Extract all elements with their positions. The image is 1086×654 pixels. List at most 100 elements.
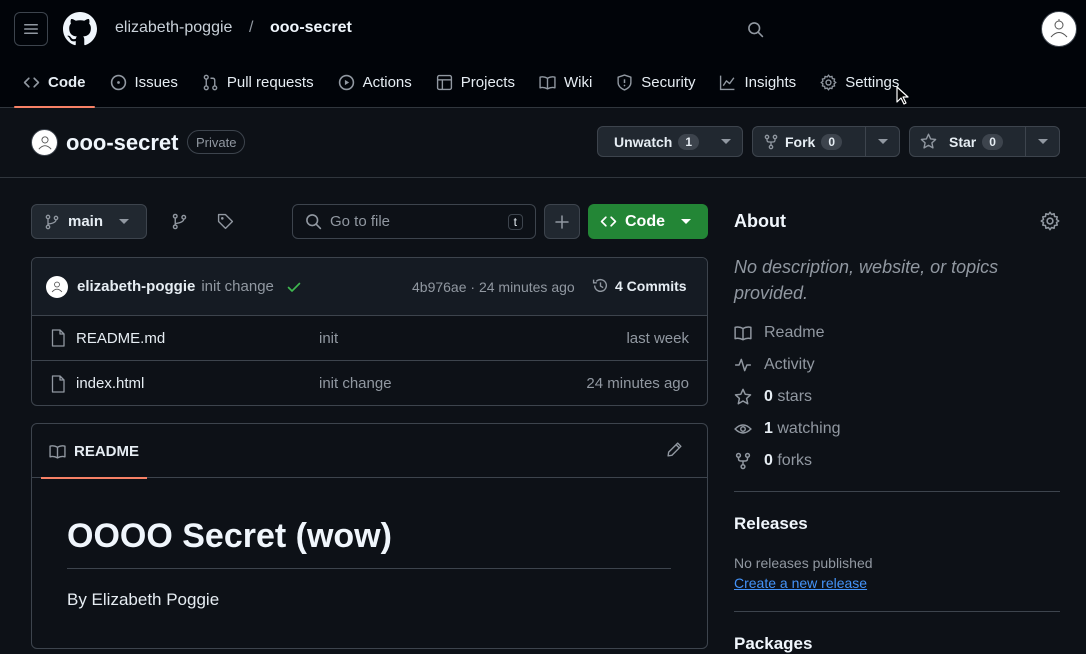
- hamburger-icon: [24, 24, 38, 34]
- branch-selector[interactable]: main: [31, 204, 147, 239]
- watch-dropdown[interactable]: [709, 127, 742, 156]
- tab-label: Insights: [744, 73, 797, 91]
- menu-button[interactable]: [14, 12, 48, 46]
- sidebar-divider: [734, 491, 1060, 492]
- branch-name: main: [68, 213, 104, 230]
- tab-pull-requests[interactable]: Pull requests: [193, 62, 323, 102]
- readme-tab[interactable]: README: [41, 424, 148, 479]
- code-button[interactable]: Code: [588, 204, 708, 239]
- tab-settings[interactable]: Settings: [811, 62, 908, 102]
- forks-count: 0: [764, 452, 773, 469]
- tab-label: Pull requests: [226, 73, 314, 91]
- graph-icon: [720, 75, 735, 90]
- stars-label: stars: [777, 388, 813, 405]
- pull-request-icon: [203, 74, 218, 90]
- star-button[interactable]: Star 0: [910, 127, 1025, 156]
- eye-icon: [734, 424, 752, 434]
- commit-hash-time[interactable]: 4b976ae · 24 minutes ago: [412, 279, 575, 295]
- commits-count-label: 4 Commits: [615, 277, 687, 294]
- unwatch-button[interactable]: Unwatch 1: [598, 127, 709, 156]
- gear-icon[interactable]: [1040, 211, 1060, 231]
- commit-author[interactable]: elizabeth-poggie: [77, 278, 195, 295]
- github-logo-icon[interactable]: [63, 12, 97, 46]
- star-icon: [734, 388, 752, 405]
- tab-actions[interactable]: Actions: [329, 62, 421, 102]
- readme-tab-label: README: [74, 442, 140, 460]
- tab-wiki[interactable]: Wiki: [530, 62, 601, 102]
- add-file-button[interactable]: [544, 204, 580, 239]
- fork-dropdown[interactable]: [865, 127, 899, 156]
- readme-link-label: Readme: [764, 324, 825, 341]
- repo-title[interactable]: ooo-secret: [66, 130, 178, 156]
- file-commit-date: 24 minutes ago: [586, 375, 689, 392]
- watching-link[interactable]: 1 watching: [734, 420, 841, 438]
- watch-count: 1: [678, 133, 700, 150]
- stars-count: 0: [764, 388, 773, 405]
- repo-owner-avatar[interactable]: [31, 129, 58, 156]
- watch-button-group: Unwatch 1: [597, 126, 743, 157]
- pulse-icon: [735, 358, 751, 372]
- gear-icon: [820, 73, 837, 91]
- packages-title[interactable]: Packages: [734, 634, 812, 654]
- watching-label: watching: [777, 420, 841, 437]
- branch-icon: [45, 214, 59, 229]
- breadcrumb-owner[interactable]: elizabeth-poggie: [115, 19, 232, 37]
- breadcrumb-repo[interactable]: ooo-secret: [270, 19, 352, 37]
- issue-icon: [110, 74, 126, 90]
- file-commit-message[interactable]: init change: [319, 375, 392, 392]
- play-icon: [338, 74, 354, 90]
- tab-issues[interactable]: Issues: [101, 62, 187, 102]
- activity-link-label: Activity: [764, 356, 815, 373]
- forks-label: forks: [777, 452, 813, 469]
- branches-button[interactable]: [164, 206, 194, 236]
- tab-insights[interactable]: Insights: [710, 62, 805, 102]
- code-icon: [23, 76, 40, 88]
- book-icon: [734, 326, 752, 341]
- commit-message[interactable]: init change: [201, 278, 274, 295]
- tab-projects[interactable]: Projects: [427, 62, 524, 102]
- tags-button[interactable]: [210, 206, 240, 236]
- table-icon: [436, 74, 452, 90]
- create-release-link[interactable]: Create a new release: [734, 575, 867, 591]
- pencil-icon[interactable]: [666, 441, 683, 458]
- file-commit-message[interactable]: init: [319, 330, 338, 347]
- file-row[interactable]: index.html init change 24 minutes ago: [32, 361, 707, 405]
- avatar-icon: [1050, 19, 1068, 38]
- readme-link[interactable]: Readme: [734, 324, 824, 342]
- commits-history-link[interactable]: 4 Commits: [592, 277, 687, 294]
- sidebar-divider: [734, 611, 1060, 612]
- fork-button[interactable]: Fork 0: [753, 127, 865, 156]
- branch-icon: [172, 213, 186, 229]
- file-table: elizabeth-poggie init change 4b976ae · 2…: [31, 257, 708, 406]
- forks-link[interactable]: 0 forks: [734, 452, 812, 470]
- releases-title[interactable]: Releases: [734, 514, 808, 534]
- tab-security[interactable]: Security: [607, 62, 704, 102]
- user-avatar[interactable]: [1041, 11, 1077, 47]
- search-icon: [747, 21, 763, 37]
- tab-code[interactable]: Code: [14, 62, 95, 108]
- star-dropdown[interactable]: [1025, 127, 1059, 156]
- activity-link[interactable]: Activity: [734, 356, 815, 374]
- plus-icon: [555, 214, 569, 229]
- fork-count: 0: [821, 133, 843, 150]
- caret-down-icon: [877, 138, 888, 144]
- avatar-icon: [38, 135, 51, 149]
- readme-header: README: [32, 424, 707, 479]
- tab-label: Code: [48, 73, 86, 91]
- tab-label: Wiki: [563, 73, 593, 91]
- search-button[interactable]: [740, 14, 770, 44]
- fork-icon: [764, 134, 778, 149]
- file-name[interactable]: README.md: [76, 330, 165, 347]
- star-count: 0: [982, 133, 1003, 150]
- file-row[interactable]: README.md init last week: [32, 316, 707, 361]
- fork-icon: [735, 452, 751, 470]
- breadcrumb-separator: /: [249, 19, 254, 36]
- latest-commit-row: elizabeth-poggie init change 4b976ae · 2…: [32, 258, 707, 316]
- go-to-file-input[interactable]: Go to file t: [292, 204, 536, 239]
- check-icon[interactable]: [286, 279, 302, 295]
- stars-link[interactable]: 0 stars: [734, 388, 812, 406]
- commit-author-avatar[interactable]: [46, 275, 68, 298]
- tab-label: Security: [641, 73, 696, 91]
- readme-paragraph: By Elizabeth Poggie: [67, 590, 220, 609]
- file-name[interactable]: index.html: [76, 375, 144, 392]
